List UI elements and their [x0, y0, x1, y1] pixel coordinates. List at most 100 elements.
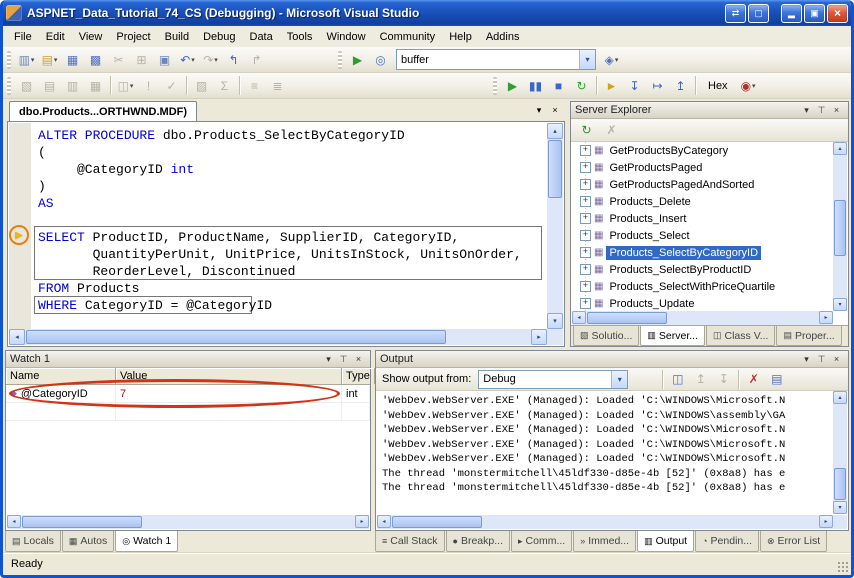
- expand-icon[interactable]: +: [580, 247, 591, 258]
- output-lines[interactable]: 'WebDev.WebServer.EXE' (Managed): Loaded…: [377, 391, 833, 514]
- scroll-right-button[interactable]: ▸: [819, 311, 833, 324]
- next-message-button[interactable]: ↧: [712, 368, 735, 390]
- tab-watch-1[interactable]: ◎Watch 1: [115, 531, 178, 552]
- scroll-thumb[interactable]: [22, 516, 142, 528]
- scroll-right-button[interactable]: ▸: [819, 515, 833, 528]
- tab-autos[interactable]: ▦Autos: [62, 531, 114, 552]
- window-position-button[interactable]: ▾: [321, 352, 336, 366]
- expand-icon[interactable]: +: [580, 145, 591, 156]
- comment-out-button[interactable]: ≣: [266, 75, 289, 97]
- scroll-down-button[interactable]: ▾: [833, 298, 847, 311]
- scroll-left-button[interactable]: ◂: [7, 515, 21, 528]
- tree-item-products-selectwithpricequartile[interactable]: +▦Products_SelectWithPriceQuartile: [572, 278, 833, 295]
- add-group-by-button[interactable]: Σ: [213, 75, 236, 97]
- refresh-button[interactable]: ↻: [575, 119, 598, 141]
- open-file-button[interactable]: ▤▾: [38, 49, 61, 71]
- toolbar-grip[interactable]: [338, 51, 342, 69]
- tree-item-products-update[interactable]: +▦Products_Update: [572, 295, 833, 311]
- verify-sql-button[interactable]: ✓: [160, 75, 183, 97]
- scroll-left-button[interactable]: ◂: [572, 311, 586, 324]
- expand-icon[interactable]: +: [580, 264, 591, 275]
- show-criteria-pane-button[interactable]: ▤: [38, 75, 61, 97]
- toolbar-grip[interactable]: [7, 77, 11, 95]
- close-panel-button[interactable]: ×: [351, 352, 366, 366]
- scroll-down-button[interactable]: ▾: [833, 501, 847, 514]
- indent-button[interactable]: ≡: [243, 75, 266, 97]
- save-all-button[interactable]: ▩: [84, 49, 107, 71]
- tab-call-stack[interactable]: ≡Call Stack: [375, 531, 445, 552]
- show-results-pane-button[interactable]: ▦: [84, 75, 107, 97]
- clear-all-button[interactable]: ✗: [742, 368, 765, 390]
- expand-icon[interactable]: +: [580, 281, 591, 292]
- add-item-button[interactable]: ▥▾: [15, 49, 38, 71]
- scroll-right-button[interactable]: ▸: [355, 515, 369, 528]
- start-debug-button[interactable]: ▶: [346, 49, 369, 71]
- menu-item-tools[interactable]: Tools: [280, 28, 320, 46]
- step-out-button[interactable]: ↥: [669, 75, 692, 97]
- watch-title-bar[interactable]: Watch 1 ▾⊤×: [6, 351, 370, 368]
- output-source-combo[interactable]: Debug ▾: [478, 370, 628, 389]
- watch-column-value[interactable]: Value: [116, 368, 342, 384]
- tree-horizontal-scrollbar[interactable]: ◂ ▸: [572, 311, 833, 325]
- find-combo[interactable]: buffer ▾: [396, 49, 596, 70]
- tab-comm[interactable]: ▸Comm...: [511, 531, 572, 552]
- save-button[interactable]: ▦: [61, 49, 84, 71]
- show-sql-pane-button[interactable]: ▥: [61, 75, 84, 97]
- menu-item-addins[interactable]: Addins: [479, 28, 527, 46]
- cut-button[interactable]: ✂: [107, 49, 130, 71]
- redo-button[interactable]: ↷▾: [199, 49, 222, 71]
- break-all-button[interactable]: ▮▮: [524, 75, 547, 97]
- tree-item-getproductspaged[interactable]: +▦GetProductsPaged: [572, 159, 833, 176]
- scroll-left-button[interactable]: ◂: [9, 329, 25, 345]
- tab-breakp[interactable]: ●Breakp...: [446, 531, 510, 552]
- menu-item-project[interactable]: Project: [109, 28, 157, 46]
- restart-button[interactable]: ↻: [570, 75, 593, 97]
- tab-locals[interactable]: ▤Locals: [5, 531, 61, 552]
- tree-item-getproductsbycategory[interactable]: +▦GetProductsByCategory: [572, 142, 833, 159]
- restore-button[interactable]: ▣: [804, 4, 825, 23]
- scroll-up-button[interactable]: ▴: [547, 123, 563, 139]
- breakpoints-window-button[interactable]: ◉▾: [737, 75, 760, 97]
- scroll-up-button[interactable]: ▴: [833, 391, 847, 404]
- step-into-button[interactable]: ↧: [623, 75, 646, 97]
- word-wrap-button[interactable]: ▤: [765, 368, 788, 390]
- expand-icon[interactable]: +: [580, 196, 591, 207]
- show-next-statement-button[interactable]: ►: [600, 75, 623, 97]
- paste-button[interactable]: ▣: [153, 49, 176, 71]
- menu-item-build[interactable]: Build: [158, 28, 196, 46]
- tree-item-products-select[interactable]: +▦Products_Select: [572, 227, 833, 244]
- find-in-files-button[interactable]: ◎: [369, 49, 392, 71]
- watch-empty-row[interactable]: [6, 403, 370, 421]
- scroll-thumb[interactable]: [834, 468, 846, 500]
- scroll-thumb[interactable]: [548, 140, 562, 198]
- output-horizontal-scrollbar[interactable]: ◂ ▸: [377, 515, 833, 529]
- watch-horizontal-scrollbar[interactable]: ◂ ▸: [7, 515, 369, 529]
- toolbar-grip[interactable]: [7, 51, 11, 69]
- tree-item-products-delete[interactable]: +▦Products_Delete: [572, 193, 833, 210]
- menu-item-help[interactable]: Help: [442, 28, 479, 46]
- tab-error-list[interactable]: ⊗Error List: [760, 531, 827, 552]
- add-table-button[interactable]: ▨: [190, 75, 213, 97]
- expand-icon[interactable]: +: [580, 213, 591, 224]
- pane-window-button[interactable]: ▢: [748, 4, 769, 23]
- scroll-thumb[interactable]: [587, 312, 667, 324]
- undo-button[interactable]: ↶▾: [176, 49, 199, 71]
- document-tab[interactable]: dbo.Products...ORTHWND.MDF): [9, 101, 197, 121]
- menu-item-community[interactable]: Community: [373, 28, 443, 46]
- tree-item-products-insert[interactable]: +▦Products_Insert: [572, 210, 833, 227]
- output-title-bar[interactable]: Output ▾⊤×: [376, 351, 848, 368]
- close-panel-button[interactable]: ×: [829, 103, 844, 117]
- window-position-button[interactable]: ▾: [799, 352, 814, 366]
- close-document-button[interactable]: ×: [547, 103, 563, 118]
- window-position-button[interactable]: ▾: [799, 103, 814, 117]
- tab-server[interactable]: ▥Server...: [640, 326, 705, 346]
- scroll-thumb[interactable]: [26, 330, 446, 344]
- hex-toggle-button[interactable]: Hex: [702, 77, 734, 95]
- menu-item-data[interactable]: Data: [243, 28, 280, 46]
- tab-proper[interactable]: ▤Proper...: [776, 326, 841, 346]
- change-query-type-button[interactable]: ◫▾: [114, 75, 137, 97]
- watch-grid-body[interactable]: ◆@CategoryID7int: [6, 385, 370, 515]
- pane-split-button[interactable]: ⇄: [725, 4, 746, 23]
- expand-icon[interactable]: +: [580, 179, 591, 190]
- watch-column-name[interactable]: Name: [6, 368, 116, 384]
